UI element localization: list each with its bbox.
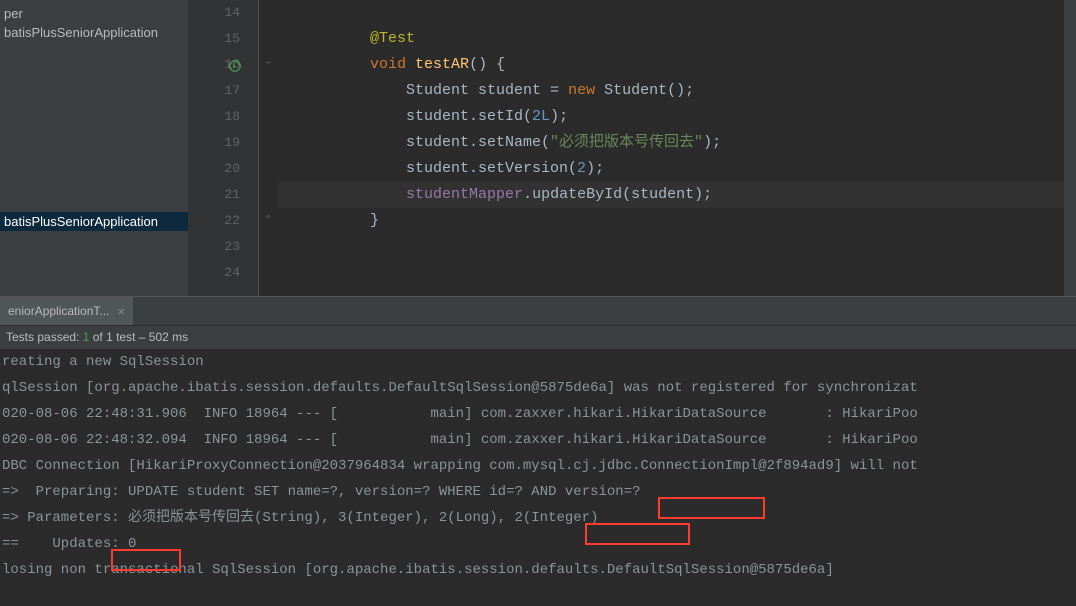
code-line[interactable]: Student student = new Student(); [278,78,1064,104]
code-content[interactable]: @Test void testAR() { Student student = … [278,0,1064,296]
tree-item-selected[interactable]: batisPlusSeniorApplication [0,212,188,231]
line-number: 15 [188,26,240,52]
test-status-bar: Tests passed: 1 of 1 test – 502 ms [0,325,1076,349]
fold-marker [259,130,278,156]
run-tab-bar: eniorApplicationT... × [0,297,1076,325]
line-number: 16 [188,52,240,78]
run-tab-label: eniorApplicationT... [8,304,109,318]
console-line: => Parameters: 必须把版本号传回去(String), 3(Inte… [2,505,1076,531]
line-number: 20 [188,156,240,182]
fold-marker [259,78,278,104]
line-number: 17 [188,78,240,104]
fold-marker [259,0,278,26]
console-line: losing non transactional SqlSession [org… [2,557,1076,583]
code-line[interactable] [278,0,1064,26]
editor-scrollbar[interactable] [1064,0,1076,296]
line-number: 18 [188,104,240,130]
line-number: 23 [188,234,240,260]
tree-item[interactable]: per [0,4,188,23]
line-number-gutter: 1415161718192021222324 [188,0,258,296]
fold-marker [259,104,278,130]
console-output[interactable]: reating a new SqlSessionqlSession [org.a… [0,349,1076,606]
console-line: == Updates: 0 [2,531,1076,557]
fold-marker [259,260,278,286]
code-line[interactable]: student.setId(2L); [278,104,1064,130]
console-line: 020-08-06 22:48:31.906 INFO 18964 --- [ … [2,401,1076,427]
fold-marker [259,234,278,260]
fold-marker [259,182,278,208]
code-line[interactable] [278,234,1064,260]
fold-column[interactable]: −⌃ [258,0,278,296]
code-line[interactable] [278,260,1064,286]
code-editor[interactable]: 1415161718192021222324 −⌃ @Test void tes… [188,0,1076,296]
run-tab[interactable]: eniorApplicationT... × [0,297,133,325]
console-line: DBC Connection [HikariProxyConnection@20… [2,453,1076,479]
run-gutter-icon[interactable] [228,57,242,71]
line-number: 14 [188,0,240,26]
code-line[interactable]: } [278,208,1064,234]
console-line: => Preparing: UPDATE student SET name=?,… [2,479,1076,505]
code-line[interactable]: student.setVersion(2); [278,156,1064,182]
fold-marker [259,26,278,52]
fold-marker[interactable]: ⌃ [259,208,278,234]
console-line: 020-08-06 22:48:32.094 INFO 18964 --- [ … [2,427,1076,453]
close-icon[interactable]: × [117,304,125,319]
code-line[interactable]: studentMapper.updateById(student); [278,182,1064,208]
tree-item[interactable]: batisPlusSeniorApplication [0,23,188,42]
line-number: 21 [188,182,240,208]
line-number: 24 [188,260,240,286]
line-number: 22 [188,208,240,234]
line-number: 19 [188,130,240,156]
code-line[interactable]: void testAR() { [278,52,1064,78]
fold-marker [259,156,278,182]
code-line[interactable]: @Test [278,26,1064,52]
console-line: qlSession [org.apache.ibatis.session.def… [2,375,1076,401]
project-tree[interactable]: per batisPlusSeniorApplication batisPlus… [0,0,188,296]
console-line: reating a new SqlSession [2,349,1076,375]
fold-marker[interactable]: − [259,52,278,78]
code-line[interactable]: student.setName("必须把版本号传回去"); [278,130,1064,156]
